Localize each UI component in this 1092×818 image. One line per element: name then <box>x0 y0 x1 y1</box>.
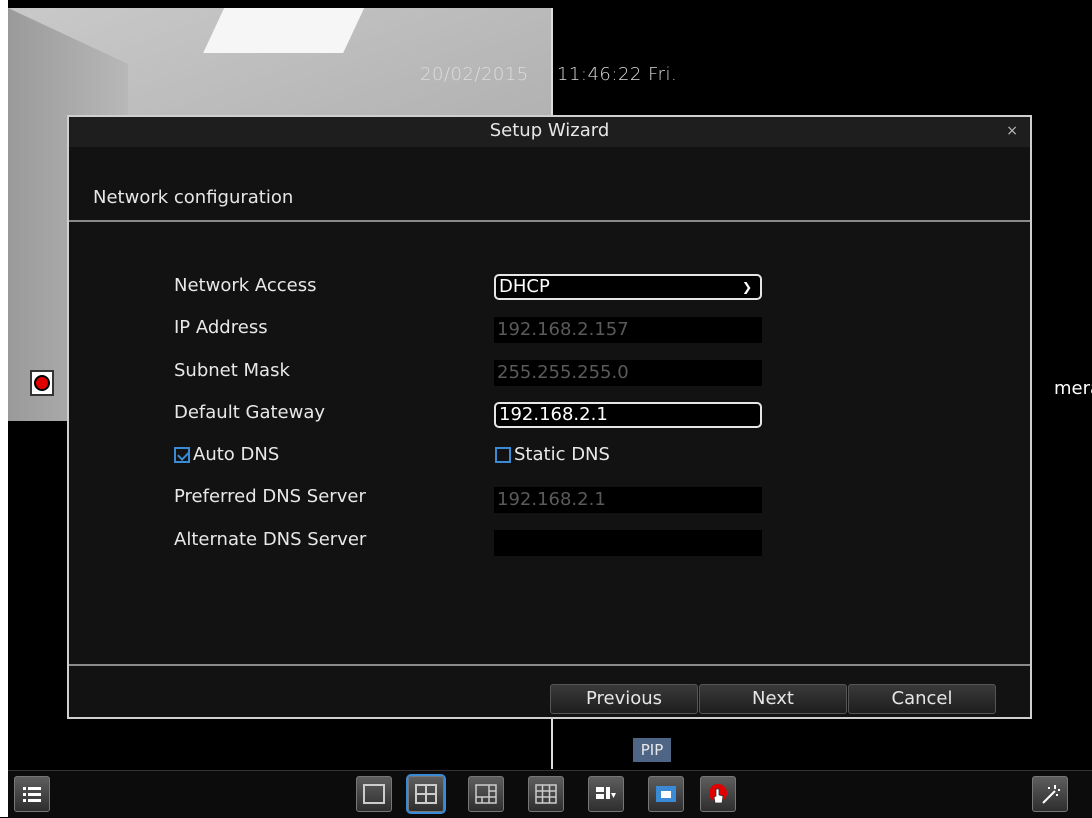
section-divider-bottom <box>69 664 1030 666</box>
network-access-select[interactable]: DHCP ❯ <box>494 274 762 300</box>
auto-dns-option[interactable]: Auto DNS <box>174 444 279 465</box>
section-divider-top <box>69 220 1030 222</box>
layout-6-icon[interactable] <box>468 776 504 812</box>
default-gateway-label: Default Gateway <box>174 402 326 423</box>
layout-4-icon[interactable] <box>406 774 446 814</box>
ip-address-label: IP Address <box>174 317 268 338</box>
quad-divider-vertical-bottom <box>551 719 553 769</box>
default-gateway-field[interactable]: 192.168.2.1 <box>494 402 762 428</box>
chevron-down-icon: ❯ <box>741 280 752 294</box>
static-dns-checkbox[interactable] <box>495 446 511 463</box>
cancel-button[interactable]: Cancel <box>848 684 996 714</box>
network-access-value: DHCP <box>499 276 550 297</box>
subnet-mask-label: Subnet Mask <box>174 360 290 381</box>
close-icon[interactable]: × <box>1006 117 1018 145</box>
sequence-icon[interactable] <box>588 776 624 812</box>
network-access-label: Network Access <box>174 275 317 296</box>
layout-1-icon[interactable] <box>356 776 392 812</box>
dialog-title: Setup Wizard <box>489 120 610 141</box>
feed-ceiling-light <box>203 8 383 53</box>
dvr-screen: 20/02/2015 11:46:22 Fri. mera2 PIP Setup… <box>0 0 1092 818</box>
next-button[interactable]: Next <box>699 684 847 714</box>
static-dns-option[interactable]: Static DNS <box>495 444 610 465</box>
date-overlay: 20/02/2015 <box>420 64 529 85</box>
layout-9-icon[interactable] <box>528 776 564 812</box>
auto-dns-checkbox[interactable] <box>174 446 190 463</box>
setup-wizard-dialog: Setup Wizard × Network configuration Net… <box>67 115 1032 719</box>
alternate-dns-label: Alternate DNS Server <box>174 529 367 550</box>
auto-dns-label: Auto DNS <box>193 444 280 465</box>
preferred-dns-label: Preferred DNS Server <box>174 486 366 507</box>
manual-record-icon[interactable] <box>700 776 736 812</box>
time-overlay: 11:46:22 Fri. <box>557 64 678 85</box>
ip-address-field[interactable]: 192.168.2.157 <box>494 317 762 343</box>
pip-icon[interactable] <box>648 776 684 812</box>
pip-label: PIP <box>633 738 671 762</box>
previous-button[interactable]: Previous <box>550 684 698 714</box>
dialog-titlebar[interactable]: Setup Wizard × <box>69 117 1030 147</box>
bottom-toolbar <box>8 770 1092 818</box>
menu-icon[interactable] <box>14 776 50 812</box>
screen-edge <box>0 0 8 817</box>
wizard-icon[interactable] <box>1032 776 1068 812</box>
record-indicator-icon <box>30 370 54 396</box>
subnet-mask-field[interactable]: 255.255.255.0 <box>494 360 762 386</box>
alternate-dns-field[interactable] <box>494 530 762 556</box>
section-title: Network configuration <box>93 187 294 208</box>
camera-2-label: mera2 <box>1054 378 1092 399</box>
preferred-dns-field[interactable]: 192.168.2.1 <box>494 487 762 513</box>
static-dns-label: Static DNS <box>514 444 610 465</box>
